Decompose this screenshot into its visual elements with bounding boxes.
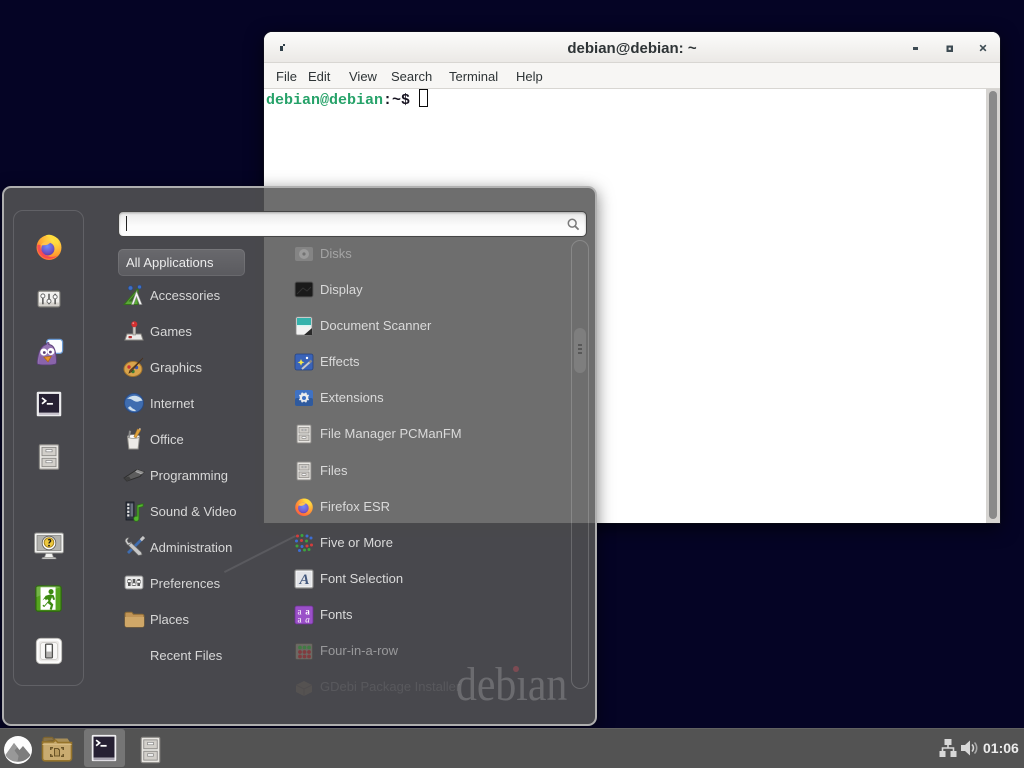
svg-text:a: a [305, 615, 310, 625]
svg-text:a: a [298, 615, 302, 625]
svg-text:A: A [298, 572, 309, 588]
